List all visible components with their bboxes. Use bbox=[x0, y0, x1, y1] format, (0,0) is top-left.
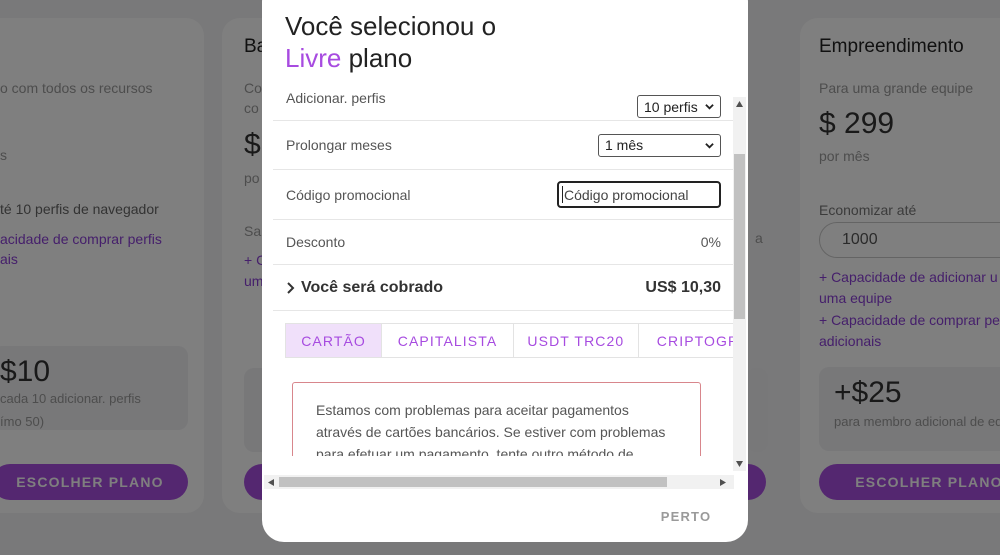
close-button[interactable]: PERTO bbox=[656, 506, 716, 526]
row-discount: Desconto 0% bbox=[273, 220, 733, 265]
tab-crypto[interactable]: CRIPTOGR bbox=[639, 324, 733, 357]
tab-capitalist[interactable]: CAPITALISTA bbox=[382, 324, 514, 357]
row-promo-code: Código promocional Código promocional bbox=[273, 170, 733, 220]
scroll-right-arrow-icon[interactable] bbox=[720, 479, 726, 486]
plan-name: Livre bbox=[285, 43, 342, 73]
promo-code-placeholder: Código promocional bbox=[564, 186, 689, 203]
chevron-down-icon bbox=[705, 142, 714, 149]
extend-months-label: Prolongar meses bbox=[286, 137, 392, 153]
charge-label-wrap: Você será cobrado bbox=[286, 279, 443, 297]
plan-checkout-modal: Você selecionou o Livre plano Adicionar.… bbox=[262, 0, 748, 542]
promo-code-input[interactable]: Código promocional bbox=[557, 181, 721, 208]
charge-summary-row[interactable]: Você será cobrado US$ 10,30 bbox=[273, 265, 733, 311]
modal-title: Você selecionou o Livre plano bbox=[285, 10, 585, 74]
payment-method-tabs: CARTÃO CAPITALISTA USDT TRC20 CRIPTOGR bbox=[285, 323, 733, 358]
payment-warning-alert: Estamos com problemas para aceitar pagam… bbox=[292, 382, 701, 456]
tab-usdt-trc20[interactable]: USDT TRC20 bbox=[514, 324, 639, 357]
horizontal-scroll-thumb[interactable] bbox=[279, 477, 667, 487]
modal-scroll-content[interactable]: Adicionar. perfis 10 perfis Prolongar me… bbox=[273, 92, 733, 456]
text-caret bbox=[562, 186, 563, 203]
vertical-scrollbar[interactable] bbox=[733, 97, 746, 471]
charge-amount: US$ 10,30 bbox=[645, 278, 721, 296]
scroll-down-arrow-icon[interactable] bbox=[736, 461, 743, 467]
vertical-scroll-thumb[interactable] bbox=[734, 154, 745, 319]
discount-value: 0% bbox=[700, 234, 721, 250]
chevron-right-icon bbox=[287, 281, 295, 294]
discount-label: Desconto bbox=[286, 234, 346, 250]
chevron-down-icon bbox=[705, 104, 714, 110]
profiles-select[interactable]: 10 perfis bbox=[637, 95, 721, 118]
months-select-value: 1 mês bbox=[605, 137, 644, 153]
promo-code-label: Código promocional bbox=[286, 186, 411, 203]
add-profiles-label: Adicionar. perfis bbox=[286, 92, 386, 106]
row-add-profiles: Adicionar. perfis 10 perfis bbox=[273, 92, 733, 121]
scroll-left-arrow-icon[interactable] bbox=[268, 479, 274, 486]
row-extend-months: Prolongar meses 1 mês bbox=[273, 121, 733, 170]
horizontal-scrollbar[interactable] bbox=[264, 475, 734, 489]
tab-card[interactable]: CARTÃO bbox=[286, 324, 383, 357]
title-part-2: plano bbox=[348, 43, 413, 73]
title-part-1: Você selecionou o bbox=[285, 11, 497, 41]
scroll-up-arrow-icon[interactable] bbox=[736, 101, 743, 107]
months-select[interactable]: 1 mês bbox=[598, 133, 721, 157]
charge-label: Você será cobrado bbox=[301, 278, 443, 296]
profiles-select-value: 10 perfis bbox=[644, 98, 698, 115]
